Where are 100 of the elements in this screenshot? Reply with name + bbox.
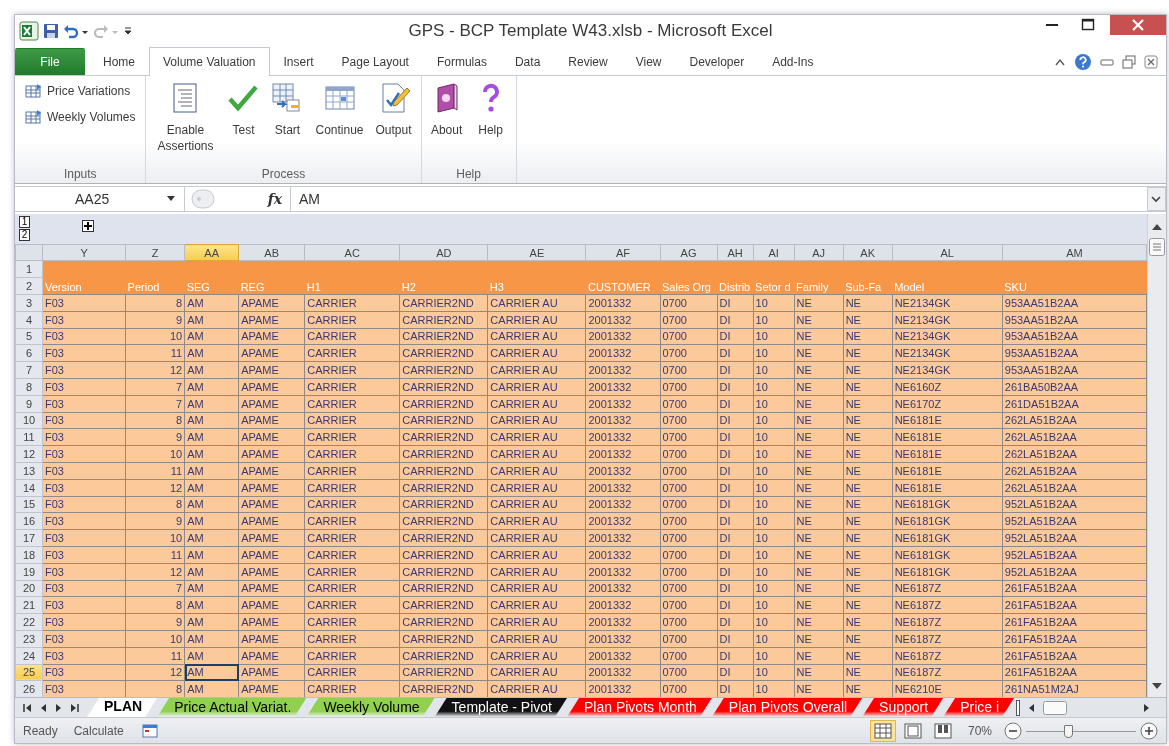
table-cell: 2001332 — [585, 294, 660, 312]
ribbon-tab[interactable]: Data — [500, 48, 555, 75]
previous-sheet-icon[interactable] — [40, 702, 47, 713]
redo-icon — [93, 22, 119, 39]
table-icon — [25, 83, 43, 99]
column-header[interactable]: AM — [1002, 244, 1147, 261]
scroll-up-icon[interactable] — [1151, 222, 1163, 232]
save-icon[interactable] — [43, 22, 59, 39]
sheet-tab[interactable]: Plan Pivots Month — [567, 698, 712, 717]
table-cell: NE — [843, 294, 893, 312]
sheet-tab[interactable]: Plan Pivots Overall — [711, 698, 863, 717]
table-icon — [25, 109, 43, 125]
ribbon-button[interactable]: Help — [469, 80, 512, 165]
slider-thumb[interactable] — [1063, 724, 1073, 738]
table-cell: AM — [184, 664, 239, 681]
sheet-tab[interactable]: PLAN — [87, 698, 158, 717]
ribbon-tab[interactable]: Review — [554, 48, 622, 75]
ribbon-button[interactable]: About — [425, 80, 468, 165]
scrollbar-thumb[interactable] — [1149, 238, 1165, 256]
expand-formula-icon[interactable] — [1147, 187, 1166, 211]
ribbon-button[interactable]: Output — [370, 80, 417, 165]
restore-icon[interactable] — [1122, 55, 1136, 69]
ribbon-button[interactable]: Continue — [310, 80, 369, 165]
close-icon — [1132, 19, 1144, 31]
outline-level-button[interactable]: 2 — [19, 229, 30, 241]
zoom-level[interactable]: 70% — [959, 721, 1000, 740]
column-header[interactable]: AA — [184, 244, 239, 261]
table-cell: DI — [717, 294, 754, 312]
dropdown-icon[interactable] — [166, 195, 176, 203]
first-sheet-icon[interactable] — [23, 702, 32, 713]
ribbon-button[interactable]: Test — [222, 80, 265, 165]
column-header[interactable]: AL — [892, 244, 1003, 261]
table-cell: CARRIER — [304, 294, 400, 312]
table-cell: CARRIER2ND — [399, 294, 488, 312]
column-header[interactable]: AJ — [794, 244, 844, 261]
scroll-down-icon[interactable] — [1151, 681, 1163, 691]
ribbon-tab[interactable]: Page Layout — [327, 48, 423, 75]
sheet-tab[interactable]: Template - Pivot — [434, 698, 567, 717]
table-cell: AM — [184, 294, 239, 312]
ribbon-button[interactable]: Enable Assertions — [150, 80, 221, 165]
group-label: Process — [260, 166, 307, 183]
scroll-left-icon[interactable] — [1028, 702, 1035, 713]
column-header[interactable]: Y — [42, 244, 126, 261]
column-header[interactable]: AG — [660, 244, 718, 261]
file-tab[interactable]: File — [15, 48, 85, 75]
column-header[interactable]: AB — [238, 244, 305, 261]
last-sheet-icon[interactable] — [70, 702, 79, 713]
scrollbar-thumb[interactable] — [1043, 700, 1067, 715]
sheet-tab[interactable]: Price i — [943, 698, 1015, 717]
scroll-right-icon[interactable] — [1143, 702, 1150, 713]
close-icon[interactable] — [1144, 55, 1158, 69]
column-header[interactable]: AC — [304, 244, 400, 261]
column-header[interactable]: Z — [125, 244, 185, 261]
ribbon-button[interactable]: Start — [266, 80, 309, 165]
close-button[interactable] — [1110, 15, 1166, 35]
column-header[interactable]: AI — [753, 244, 795, 261]
column-header[interactable]: AK — [843, 244, 893, 261]
view-button[interactable] — [869, 719, 896, 742]
sheet-tab[interactable]: Price Actual Variat. — [157, 698, 307, 717]
ribbon-tab[interactable]: Home — [89, 48, 149, 75]
table-cell: APAME — [238, 294, 305, 312]
macro-recording-icon[interactable] — [141, 723, 158, 738]
column-header[interactable]: AF — [585, 244, 660, 261]
ribbon-tab[interactable]: View — [621, 48, 676, 75]
group-label: Help — [455, 166, 482, 183]
outline-level-button[interactable]: 1 — [19, 216, 30, 228]
window-title: GPS - BCP Template W43.xlsb - Microsoft Excel — [407, 19, 774, 42]
ribbon-button[interactable]: Price Variations — [23, 80, 138, 102]
cell-reference: AA25 — [75, 189, 110, 209]
table-cell: NE — [794, 294, 844, 312]
sheet-tab[interactable]: Weekly Volume — [306, 698, 435, 717]
help-icon[interactable] — [1074, 53, 1092, 71]
group-label: Inputs — [62, 166, 98, 183]
ribbon-tab[interactable]: Volume Valuation — [149, 47, 270, 76]
page-layout-icon — [903, 722, 922, 739]
insert-function-button[interactable]: fx — [259, 188, 290, 210]
zoom-out-icon[interactable] — [1004, 721, 1022, 740]
name-box[interactable]: AA25 — [15, 187, 185, 211]
zoom-in-icon[interactable] — [1140, 721, 1158, 740]
app-logo-icon[interactable] — [19, 20, 39, 41]
page-break-icon — [933, 722, 952, 739]
next-sheet-icon[interactable] — [55, 702, 62, 713]
ribbon-tab[interactable]: Developer — [675, 48, 759, 75]
ribbon-tab[interactable]: Formulas — [422, 48, 501, 75]
cancel-icon — [191, 189, 215, 209]
column-header[interactable]: AD — [399, 244, 488, 261]
column-header[interactable]: AE — [487, 244, 586, 261]
table-cell: CARRIER AU — [487, 294, 586, 312]
table-cell: 8 — [125, 294, 185, 312]
zoom-slider[interactable] — [1026, 724, 1136, 737]
ribbon-tab[interactable]: Insert — [269, 48, 328, 75]
minimize-icon — [1046, 24, 1058, 26]
column-header[interactable]: AH — [717, 244, 754, 261]
sheet-tab[interactable]: Support — [862, 698, 944, 717]
minimize-icon[interactable] — [1100, 57, 1114, 67]
table-cell: 953AA51B2AA — [1002, 294, 1147, 312]
split-handle[interactable] — [1016, 699, 1020, 716]
ribbon-tab[interactable]: Add-Ins — [758, 48, 828, 75]
ribbon-button[interactable]: Weekly Volumes — [23, 106, 138, 128]
expand-icon[interactable] — [82, 220, 94, 232]
